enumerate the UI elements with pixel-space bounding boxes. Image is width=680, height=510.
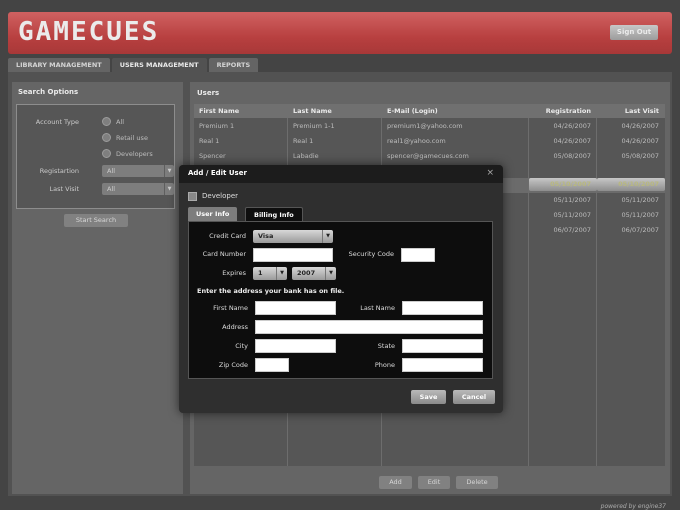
cancel-button[interactable]: Cancel — [453, 390, 495, 404]
card-number-input[interactable] — [253, 248, 333, 262]
dialog-title: Add / Edit User — [188, 169, 247, 177]
city-label: City — [235, 342, 248, 350]
dialog-header: Add / Edit User × — [179, 165, 503, 183]
billing-info-form: Credit Card Visa ▼ Card Number Security … — [188, 221, 493, 379]
credit-card-select[interactable]: Visa ▼ — [253, 230, 333, 243]
expires-year-select[interactable]: 2007 ▼ — [292, 267, 336, 280]
chevron-down-icon: ▼ — [276, 267, 287, 280]
add-edit-user-dialog: Add / Edit User × Developer User Info Bi… — [179, 165, 503, 413]
credit-card-value: Visa — [258, 232, 274, 240]
first-name-label: First Name — [213, 304, 248, 312]
zip-code-input[interactable] — [255, 358, 289, 372]
credit-card-label: Credit Card — [209, 232, 246, 240]
last-name-label: Last Name — [360, 304, 395, 312]
chevron-down-icon: ▼ — [322, 230, 333, 243]
tab-billing-info[interactable]: Billing Info — [245, 207, 303, 221]
chevron-down-icon: ▼ — [325, 267, 336, 280]
address-input[interactable] — [255, 320, 483, 334]
last-name-input[interactable] — [402, 301, 483, 315]
first-name-input[interactable] — [255, 301, 336, 315]
expires-month-select[interactable]: 1 ▼ — [253, 267, 287, 280]
close-icon[interactable]: × — [486, 168, 494, 178]
phone-label: Phone — [374, 361, 395, 369]
zip-code-label: Zip Code — [218, 361, 248, 369]
phone-input[interactable] — [402, 358, 483, 372]
security-code-input[interactable] — [401, 248, 435, 262]
expires-label: Expires — [222, 269, 246, 277]
expires-year-value: 2007 — [297, 269, 316, 277]
address-note: Enter the address your bank has on file. — [197, 287, 345, 295]
tab-user-info[interactable]: User Info — [188, 207, 238, 221]
expires-month-value: 1 — [258, 269, 263, 277]
developer-checkbox[interactable] — [188, 192, 197, 201]
security-code-label: Security Code — [348, 250, 394, 258]
address-label: Address — [222, 323, 248, 331]
card-number-label: Card Number — [202, 250, 246, 258]
save-button[interactable]: Save — [411, 390, 446, 404]
city-input[interactable] — [255, 339, 336, 353]
state-label: State — [377, 342, 395, 350]
state-input[interactable] — [402, 339, 483, 353]
developer-label: Developer — [202, 192, 239, 200]
